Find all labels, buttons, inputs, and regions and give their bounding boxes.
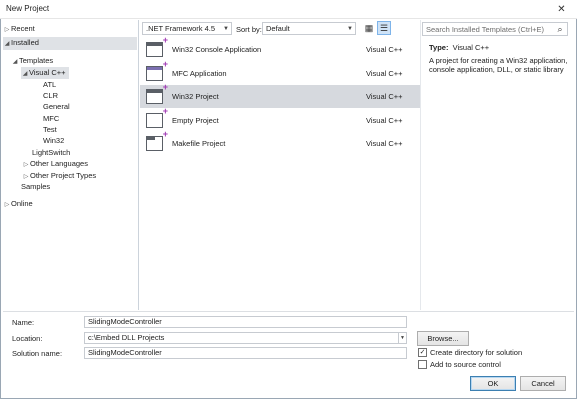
template-item-makefile[interactable]: + Makefile Project Visual C++	[140, 129, 420, 155]
tree-node-label: CLR	[43, 91, 59, 100]
template-name: Win32 Console Application	[172, 45, 262, 54]
ok-button[interactable]: OK	[470, 376, 516, 391]
template-type-line: Type: Visual C++	[429, 43, 489, 52]
tree-node-other-languages[interactable]: ▷ Other Languages	[22, 158, 88, 170]
template-language: Visual C++	[366, 139, 403, 148]
pane-divider	[420, 20, 421, 310]
tree-node-templates[interactable]: ◢ Templates	[11, 55, 54, 68]
tree-node-label: Other Project Types	[30, 171, 97, 180]
tree-node-samples[interactable]: Samples	[21, 181, 50, 193]
empty-project-icon: +	[146, 106, 168, 128]
win32-project-icon: +	[146, 82, 168, 104]
tree-node-label: MFC	[43, 114, 60, 123]
framework-dropdown[interactable]: .NET Framework 4.5 ▼	[142, 22, 232, 35]
makefile-project-icon: +	[146, 129, 168, 151]
collapse-arrow-icon[interactable]: ◢	[21, 68, 29, 80]
collapse-arrow-icon[interactable]: ◢	[3, 38, 11, 50]
type-value: Visual C++	[452, 43, 490, 52]
create-directory-checkbox[interactable]: ✓	[418, 348, 427, 357]
expand-arrow-icon[interactable]: ▷	[3, 24, 11, 36]
check-icon: ✓	[419, 349, 426, 356]
framework-value: .NET Framework 4.5	[146, 24, 216, 33]
search-placeholder: Search Installed Templates (Ctrl+E)	[426, 24, 545, 34]
grid-view-icon: ▦	[364, 22, 374, 33]
chevron-down-icon: ▼	[347, 25, 353, 32]
template-name: Empty Project	[172, 116, 219, 125]
template-language: Visual C++	[366, 116, 403, 125]
browse-button[interactable]: Browse...	[417, 331, 469, 346]
cancel-button[interactable]: Cancel	[520, 376, 566, 391]
tree-node-label: Win32	[43, 136, 65, 145]
template-name: MFC Application	[172, 69, 227, 78]
console-app-icon: +	[146, 35, 168, 57]
tree-node-label: LightSwitch	[32, 148, 71, 157]
template-language: Visual C++	[366, 45, 403, 54]
close-button[interactable]: ✕	[546, 0, 577, 19]
list-view-icon: ☰	[379, 22, 389, 33]
template-name: Makefile Project	[172, 139, 226, 148]
tree-node-label: Templates	[19, 56, 54, 65]
location-field[interactable]: c:\Embed DLL Projects	[84, 332, 399, 344]
chevron-down-icon: ▼	[223, 25, 229, 32]
template-item-win32-project[interactable]: + Win32 Project Visual C++	[140, 82, 420, 108]
tree-node-label: Samples	[21, 182, 51, 191]
close-icon: ✕	[557, 4, 566, 15]
window-title: New Project	[6, 4, 50, 13]
add-source-control-label: Add to source control	[430, 360, 501, 369]
create-directory-label: Create directory for solution	[430, 348, 523, 357]
mfc-app-icon: +	[146, 59, 168, 81]
sort-by-dropdown[interactable]: Default ▼	[262, 22, 356, 35]
tree-node-label: General	[43, 102, 70, 111]
tree-node-label: Installed	[11, 38, 39, 47]
solution-name-field[interactable]: SlidingModeController	[84, 347, 407, 359]
name-label: Name:	[12, 318, 35, 327]
tree-node-installed[interactable]: ◢ Installed	[3, 37, 137, 50]
solution-name-label: Solution name:	[12, 349, 63, 358]
type-label: Type:	[429, 43, 449, 52]
small-icons-view-button[interactable]: ▦	[362, 21, 376, 35]
tree-node-win32[interactable]: Win32	[43, 135, 64, 147]
sort-by-label: Sort by:	[236, 25, 262, 34]
template-item-empty[interactable]: + Empty Project Visual C++	[140, 106, 420, 132]
tree-node-general[interactable]: General	[43, 101, 70, 113]
template-list: + Win32 Console Application Visual C++ +…	[140, 35, 420, 310]
tree-node-visual-cpp[interactable]: ◢ Visual C++	[21, 67, 69, 79]
expand-arrow-icon[interactable]: ▷	[3, 199, 11, 211]
location-dropdown-button[interactable]: ▼	[399, 332, 407, 344]
template-item-win32-console[interactable]: + Win32 Console Application Visual C++	[140, 35, 420, 61]
template-language: Visual C++	[366, 69, 403, 78]
template-item-mfc[interactable]: + MFC Application Visual C++	[140, 59, 420, 85]
tree-node-label: Visual C++	[29, 68, 66, 77]
tree-node-label: ATL	[43, 80, 57, 89]
template-category-tree: ▷ Recent ◢ Installed ◢ Templates ◢ Visual C+…	[3, 20, 137, 310]
add-source-control-checkbox[interactable]	[418, 360, 427, 369]
name-field[interactable]: SlidingModeController	[84, 316, 407, 328]
tree-node-recent[interactable]: ▷ Recent	[3, 23, 137, 35]
template-description: A project for creating a Win32 applicati…	[429, 56, 568, 74]
location-label: Location:	[12, 334, 43, 343]
collapse-arrow-icon[interactable]: ◢	[11, 56, 19, 68]
tree-node-label: Online	[11, 199, 33, 208]
search-templates-input[interactable]: Search Installed Templates (Ctrl+E) ⌕	[422, 22, 568, 36]
list-view-button[interactable]: ☰	[377, 21, 391, 35]
title-bar: New Project ✕	[0, 0, 577, 19]
tree-node-online[interactable]: ▷ Online	[3, 198, 33, 210]
tree-node-label: Other Languages	[30, 159, 88, 168]
bottom-separator	[3, 311, 574, 312]
tree-node-label: Test	[43, 125, 57, 134]
chevron-down-icon: ▼	[400, 335, 405, 341]
tree-node-label: Recent	[11, 24, 35, 33]
sort-by-value: Default	[266, 24, 290, 33]
search-icon[interactable]: ⌕	[553, 24, 567, 35]
template-language: Visual C++	[366, 92, 403, 101]
template-name: Win32 Project	[172, 92, 219, 101]
pane-divider	[138, 20, 139, 310]
